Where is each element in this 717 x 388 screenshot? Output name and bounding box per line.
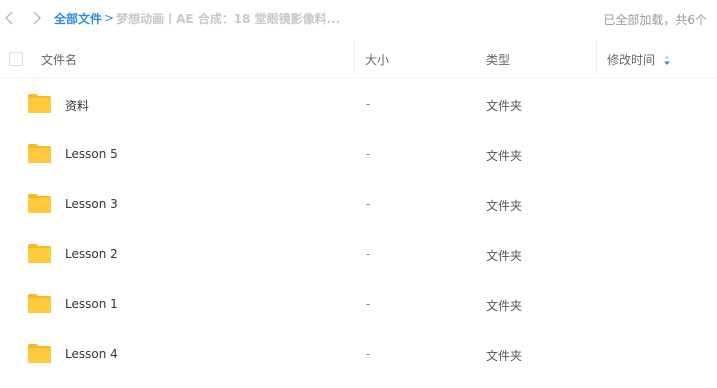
- select-all-checkbox[interactable]: [9, 52, 23, 66]
- column-header-name[interactable]: 文件名: [41, 51, 77, 68]
- file-row[interactable]: Lesson 1 - 文件夹: [0, 279, 717, 329]
- file-type: 文件夹: [486, 249, 523, 263]
- column-header-modified[interactable]: 修改时间: [607, 51, 655, 68]
- folder-icon: [28, 294, 51, 313]
- folder-icon: [28, 344, 51, 363]
- file-row[interactable]: Lesson 5 - 文件夹: [0, 129, 717, 179]
- forward-arrow-icon[interactable]: [30, 9, 44, 27]
- file-name[interactable]: Lesson 1: [65, 297, 118, 311]
- column-divider: [354, 40, 355, 73]
- file-name[interactable]: Lesson 3: [65, 197, 118, 211]
- file-list-header: 文件名 大小 类型 修改时间: [0, 40, 717, 78]
- file-type: 文件夹: [486, 299, 523, 313]
- file-size: -: [366, 247, 371, 261]
- sort-icon[interactable]: [663, 54, 671, 66]
- file-row[interactable]: Lesson 2 - 文件夹: [0, 229, 717, 279]
- folder-icon: [28, 144, 51, 163]
- folder-icon: [28, 194, 51, 213]
- file-size: -: [366, 297, 371, 311]
- column-header-size[interactable]: 大小: [365, 51, 389, 68]
- file-name[interactable]: Lesson 4: [65, 347, 118, 361]
- column-divider: [596, 40, 597, 73]
- file-type: 文件夹: [486, 199, 523, 213]
- folder-icon: [28, 244, 51, 263]
- breadcrumb-current: 梦想动画丨AE 合成：18 堂眼镜影像料...: [116, 11, 341, 26]
- breadcrumb-root-link[interactable]: 全部文件: [54, 10, 102, 27]
- breadcrumb: 全部文件 > 梦想动画丨AE 合成：18 堂眼镜影像料...: [54, 10, 340, 26]
- file-type: 文件夹: [486, 99, 523, 113]
- file-size: -: [366, 347, 371, 361]
- file-size: -: [366, 197, 371, 211]
- back-arrow-icon[interactable]: [2, 9, 16, 27]
- file-row[interactable]: Lesson 4 - 文件夹: [0, 329, 717, 379]
- file-name[interactable]: Lesson 5: [65, 147, 118, 161]
- breadcrumb-separator: >: [104, 11, 115, 25]
- toolbar: 全部文件 > 梦想动画丨AE 合成：18 堂眼镜影像料... 已全部加载，共6个: [0, 0, 717, 36]
- folder-icon: [28, 94, 51, 113]
- file-row[interactable]: 资料 - 文件夹: [0, 79, 717, 129]
- column-header-type[interactable]: 类型: [486, 51, 510, 68]
- file-size: -: [366, 97, 371, 111]
- load-status-text: 已全部加载，共6个: [603, 13, 707, 27]
- file-size: -: [366, 147, 371, 161]
- file-name[interactable]: 资料: [65, 97, 89, 114]
- file-type: 文件夹: [486, 149, 523, 163]
- file-name[interactable]: Lesson 2: [65, 247, 118, 261]
- file-type: 文件夹: [486, 349, 523, 363]
- file-row[interactable]: Lesson 3 - 文件夹: [0, 179, 717, 229]
